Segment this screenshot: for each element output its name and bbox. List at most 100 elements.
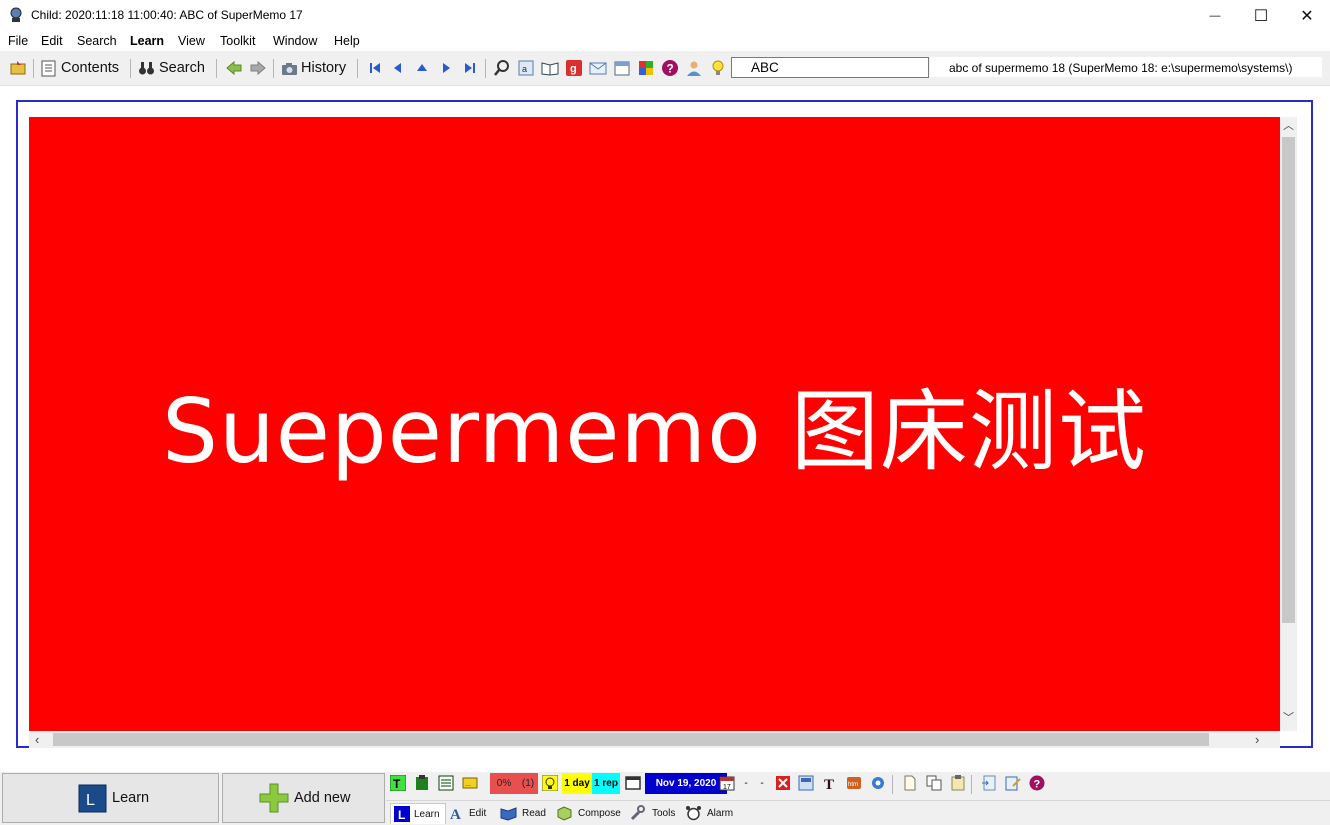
- settings-icon[interactable]: [870, 775, 886, 791]
- previous-element-icon[interactable]: [389, 59, 407, 77]
- tab-read[interactable]: Read: [500, 803, 546, 823]
- calendar-icon[interactable]: [613, 59, 631, 77]
- menu-file[interactable]: File: [8, 34, 28, 48]
- mail-icon[interactable]: [589, 59, 607, 77]
- dictionary-icon[interactable]: [541, 59, 559, 77]
- tab-edit[interactable]: A Edit: [448, 803, 486, 823]
- tab-alarm-label: Alarm: [707, 807, 734, 819]
- google-icon[interactable]: g: [565, 59, 583, 77]
- scroll-down-icon[interactable]: ﹀: [1283, 709, 1294, 725]
- next-repetition-date: Nov 19, 2020: [645, 773, 727, 794]
- maximize-button[interactable]: ☐: [1238, 0, 1284, 31]
- tab-compose-label: Compose: [578, 807, 621, 819]
- read-tab-icon: [500, 807, 517, 821]
- minimize-button[interactable]: —: [1192, 0, 1238, 31]
- tab-learn[interactable]: L Learn: [390, 803, 446, 824]
- tab-compose[interactable]: Compose: [556, 803, 621, 823]
- edit-tab-icon: A: [450, 807, 461, 821]
- reference-icon[interactable]: ...: [462, 775, 478, 791]
- history-label: History: [301, 60, 347, 76]
- color-palette-icon[interactable]: [637, 59, 655, 77]
- horizontal-scrollbar[interactable]: ‹ ›: [29, 731, 1280, 748]
- menu-view[interactable]: View: [178, 34, 205, 48]
- concept-value: ABC: [751, 60, 779, 75]
- toolbar-separator: [216, 59, 217, 78]
- copy-icon[interactable]: [926, 775, 942, 791]
- menu-toolkit[interactable]: Toolkit: [220, 34, 255, 48]
- window-icon[interactable]: [625, 775, 641, 791]
- history-button[interactable]: History: [281, 58, 346, 78]
- title-bar: Child: 2020:11:18 11:00:40: ABC of Super…: [0, 0, 1330, 31]
- menu-edit[interactable]: Edit: [41, 34, 63, 48]
- tab-read-label: Read: [522, 807, 546, 819]
- edit-document-icon[interactable]: [1005, 775, 1021, 791]
- next-element-icon[interactable]: [437, 59, 455, 77]
- delete-icon[interactable]: [775, 775, 791, 791]
- clipboard-icon[interactable]: [950, 775, 966, 791]
- svg-text:L: L: [86, 792, 95, 809]
- tab-tools[interactable]: Tools: [629, 803, 675, 823]
- open-collection-icon[interactable]: [9, 59, 27, 77]
- vertical-scroll-thumb[interactable]: [1282, 137, 1295, 623]
- menu-search[interactable]: Search: [77, 34, 117, 48]
- import-icon[interactable]: [981, 775, 997, 791]
- camera-icon: [282, 62, 297, 75]
- priority-icon[interactable]: [542, 775, 558, 791]
- svg-text:T: T: [824, 777, 834, 791]
- status-separator: [971, 775, 972, 794]
- topic-icon[interactable]: T: [390, 775, 406, 791]
- horizontal-scroll-thumb[interactable]: [53, 733, 1209, 746]
- close-button[interactable]: ✕: [1284, 0, 1330, 31]
- find-icon[interactable]: [493, 59, 511, 77]
- calendar-17-icon[interactable]: 17: [719, 775, 735, 791]
- plus-icon: [259, 783, 289, 813]
- learn-button[interactable]: L Learn: [2, 773, 219, 823]
- tab-alarm[interactable]: Alarm: [685, 803, 733, 823]
- first-element-icon[interactable]: [366, 59, 384, 77]
- svg-text:A: A: [450, 807, 461, 821]
- last-element-icon[interactable]: [461, 59, 479, 77]
- menu-window[interactable]: Window: [273, 34, 317, 48]
- menu-help[interactable]: Help: [334, 34, 360, 48]
- count-badge: (1): [518, 773, 538, 794]
- layout-icon[interactable]: [798, 775, 814, 791]
- contents-button[interactable]: Contents: [40, 58, 119, 78]
- scroll-right-icon[interactable]: ›: [1255, 732, 1259, 747]
- svg-text:g: g: [570, 63, 577, 75]
- question-icon[interactable]: ?: [1029, 775, 1045, 791]
- wrench-icon: [630, 805, 645, 821]
- vertical-scrollbar[interactable]: ︿ ﹀: [1280, 117, 1297, 731]
- binoculars-icon: [139, 61, 154, 74]
- text-icon[interactable]: [438, 775, 454, 791]
- svg-text:L: L: [398, 808, 405, 822]
- add-new-button[interactable]: Add new: [222, 773, 385, 823]
- interval-badge: 1 day: [562, 773, 592, 794]
- toolbar-separator: [485, 59, 486, 78]
- parent-element-icon[interactable]: [413, 59, 431, 77]
- percent-badge: 0%: [490, 773, 518, 794]
- help-icon[interactable]: ?: [661, 59, 679, 77]
- paste-icon[interactable]: [414, 775, 430, 791]
- reps-badge: 1 rep: [592, 773, 620, 794]
- search-button[interactable]: Search: [138, 58, 205, 78]
- font-icon[interactable]: T: [822, 775, 838, 791]
- scroll-left-icon[interactable]: ‹: [35, 732, 39, 747]
- image-component[interactable]: Suepermemo 图床测试: [29, 117, 1280, 731]
- scroll-up-icon[interactable]: ︿: [1283, 117, 1294, 133]
- status-dash: -: [760, 778, 764, 789]
- concept-field[interactable]: ABC: [731, 57, 929, 78]
- html-icon[interactable]: htm: [846, 775, 862, 791]
- back-arrow-icon[interactable]: [225, 59, 243, 77]
- collection-info: abc of supermemo 18 (SuperMemo 18: e:\su…: [930, 57, 1322, 77]
- forward-arrow-icon[interactable]: [249, 59, 267, 77]
- new-document-icon[interactable]: [902, 775, 918, 791]
- learn-button-label: Learn: [112, 790, 150, 806]
- mode-tabs: L Learn A Edit Read Compose Tools Alarm: [386, 800, 1330, 825]
- user-icon[interactable]: [685, 59, 703, 77]
- collection-info-text: abc of supermemo 18 (SuperMemo 18: e:\su…: [949, 61, 1293, 75]
- lightbulb-icon[interactable]: [709, 59, 727, 77]
- menu-learn[interactable]: Learn: [130, 34, 164, 48]
- toolbar-separator: [130, 59, 131, 78]
- translate-icon[interactable]: a: [517, 59, 535, 77]
- supermemo-app-icon[interactable]: [9, 7, 25, 23]
